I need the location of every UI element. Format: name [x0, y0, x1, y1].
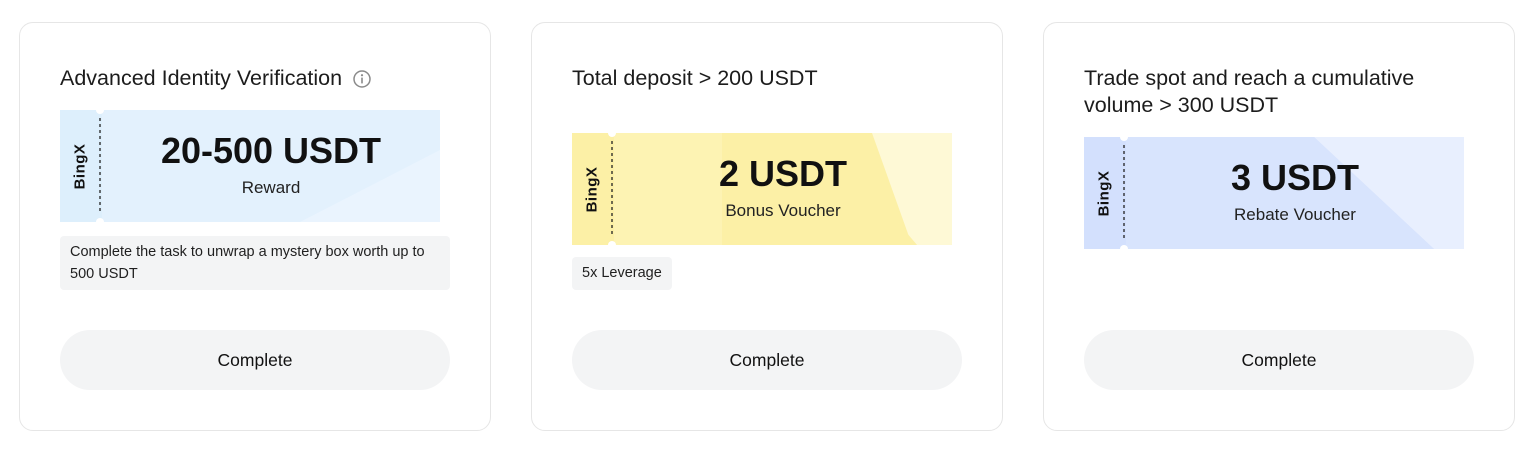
card-title: Total deposit > 200 USDT — [572, 65, 972, 92]
voucher-label: Bonus Voucher — [725, 201, 841, 220]
complete-button[interactable]: Complete — [572, 330, 962, 390]
voucher-amount: 3 USDT — [1230, 157, 1360, 198]
reward-label: Reward — [241, 178, 301, 197]
task-card-spot-trade: Trade spot and reach a cumulative volume… — [1043, 22, 1515, 431]
bingx-logo: BingX — [1095, 170, 1113, 216]
voucher-amount: 2 USDT — [718, 153, 848, 194]
bonus-voucher-ticket: BingX 2 USDT Bonus Voucher — [572, 133, 952, 245]
complete-button[interactable]: Complete — [1084, 330, 1474, 390]
bingx-logo: BingX — [583, 166, 601, 212]
voucher-label: Rebate Voucher — [1234, 205, 1356, 224]
complete-button[interactable]: Complete — [60, 330, 450, 390]
task-card-identity-verification: Advanced Identity Verification BingX 20-… — [19, 22, 491, 431]
reward-ticket: BingX 20-500 USDT Reward — [60, 110, 440, 222]
card-title-text: Total deposit > 200 USDT — [572, 66, 818, 90]
reward-amount: 20-500 USDT — [160, 130, 382, 171]
task-note: Complete the task to unwrap a mystery bo… — [60, 236, 450, 290]
task-card-deposit: Total deposit > 200 USDT BingX 2 USDT Bo… — [531, 22, 1003, 431]
info-circle-icon[interactable] — [352, 69, 372, 89]
rebate-voucher-ticket: BingX 3 USDT Rebate Voucher — [1084, 137, 1464, 249]
card-title-text: Trade spot and reach a cumulative volume… — [1084, 66, 1415, 117]
card-title: Trade spot and reach a cumulative volume… — [1084, 65, 1484, 119]
card-title-text: Advanced Identity Verification — [60, 66, 343, 90]
bingx-logo: BingX — [71, 143, 89, 189]
leverage-tag: 5x Leverage — [572, 257, 672, 290]
card-title: Advanced Identity Verification — [60, 65, 460, 92]
